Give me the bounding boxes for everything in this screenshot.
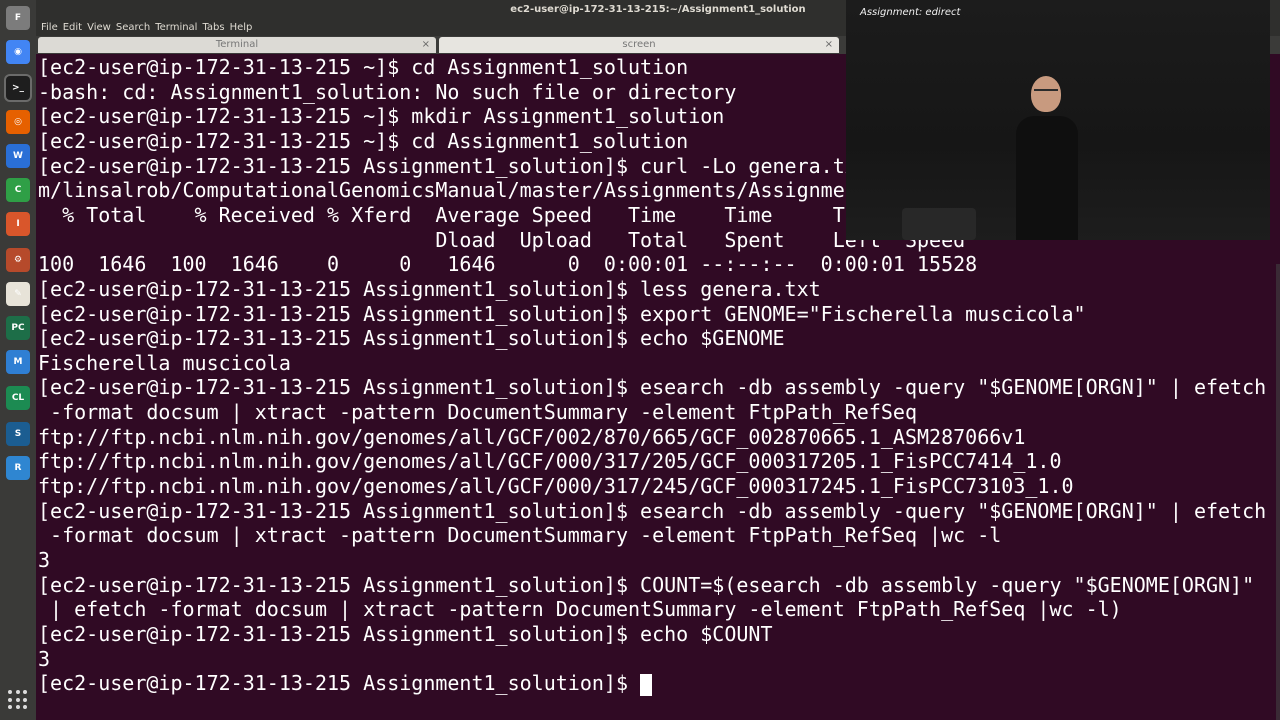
terminal-line: [ec2-user@ip-172-31-13-215 Assignment1_s…	[38, 154, 857, 178]
terminal-line: 3	[38, 647, 50, 671]
presenter-body	[1016, 116, 1078, 240]
files-icon[interactable]: F	[6, 6, 30, 30]
terminal-line: Dload Upload Total Spent Left Speed	[38, 228, 965, 252]
terminal-line-text: [ec2-user@ip-172-31-13-215 Assignment1_s…	[38, 301, 1086, 326]
tab-label: screen	[622, 39, 656, 50]
terminal-line-text: ftp://ftp.ncbi.nlm.nih.gov/genomes/all/G…	[38, 449, 1062, 474]
terminal-cursor	[640, 673, 653, 696]
terminal-line-text: 3	[38, 646, 51, 671]
terminal-icon[interactable]: >_	[6, 76, 30, 100]
presenter	[1006, 72, 1086, 240]
menu-item-file[interactable]: File	[41, 20, 58, 36]
terminal-line-text: [ec2-user@ip-172-31-13-215 Assignment1_s…	[38, 621, 773, 646]
terminal-line: [ec2-user@ip-172-31-13-215 Assignment1_s…	[38, 277, 821, 301]
calc-icon[interactable]: C	[6, 178, 30, 202]
terminal-line-text: [ec2-user@ip-172-31-13-215 Assignment1_s…	[38, 498, 1267, 523]
terminal-line: ftp://ftp.ncbi.nlm.nih.gov/genomes/all/G…	[38, 449, 1062, 473]
terminal-line: [ec2-user@ip-172-31-13-215 Assignment1_s…	[38, 375, 1266, 399]
terminal-line: [ec2-user@ip-172-31-13-215 Assignment1_s…	[38, 302, 1086, 326]
editor-icon[interactable]: ✎	[6, 282, 30, 306]
pycharm-icon[interactable]: PC	[6, 316, 30, 340]
terminal-line: [ec2-user@ip-172-31-13-215 Assignment1_s…	[38, 622, 773, 646]
rstudio-icon[interactable]: R	[6, 456, 30, 480]
terminal-line: Fischerella muscicola	[38, 351, 291, 375]
terminal-line-text: -bash: cd: Assignment1_solution: No such…	[38, 79, 737, 104]
terminal-line-text: [ec2-user@ip-172-31-13-215 Assignment1_s…	[38, 671, 641, 696]
menu-item-tabs[interactable]: Tabs	[202, 20, 224, 36]
terminal-line-text: [ec2-user@ip-172-31-13-215 Assignment1_s…	[38, 326, 785, 351]
menu-item-view[interactable]: View	[87, 20, 111, 36]
menu-item-terminal[interactable]: Terminal	[155, 20, 197, 36]
terminal-line: [ec2-user@ip-172-31-13-215 Assignment1_s…	[38, 499, 1266, 523]
menu-item-edit[interactable]: Edit	[63, 20, 82, 36]
impress-icon[interactable]: I	[6, 212, 30, 236]
whiteboard-text: Assignment: edirect	[860, 7, 961, 18]
terminal-line: -format docsum | xtract -pattern Documen…	[38, 523, 1001, 547]
ubuntu-launcher: F ◉ >_ ◎ W C I ⚙ ✎ PC M CL S R	[0, 0, 36, 720]
tab-screen[interactable]: screen ×	[439, 37, 839, 53]
terminal-line: -bash: cd: Assignment1_solution: No such…	[38, 80, 736, 104]
terminal-line-text: -format docsum | xtract -pattern Documen…	[38, 523, 1002, 548]
terminal-line: m/linsalrob/ComputationalGenomicsManual/…	[38, 178, 857, 202]
terminal-line-text: Dload Upload Total Spent Left Speed	[38, 227, 966, 252]
terminal-line-text: Fischerella muscicola	[38, 350, 291, 375]
terminal-line: 3	[38, 548, 50, 572]
terminal-line-text: [ec2-user@ip-172-31-13-215 ~]$ mkdir Ass…	[38, 104, 725, 129]
tab-terminal[interactable]: Terminal ×	[38, 37, 436, 53]
terminal-line: [ec2-user@ip-172-31-13-215 ~]$ cd Assign…	[38, 55, 688, 79]
terminal-line: ftp://ftp.ncbi.nlm.nih.gov/genomes/all/G…	[38, 474, 1074, 498]
terminal-line: 100 1646 100 1646 0 0 1646 0 0:00:01 --:…	[38, 252, 977, 276]
terminal-line: % Total % Received % Xferd Average Speed…	[38, 203, 845, 227]
terminal-line: | efetch -format docsum | xtract -patter…	[38, 597, 1122, 621]
terminal-line-text: -format docsum | xtract -pattern Documen…	[38, 400, 917, 425]
firefox-icon[interactable]: ◎	[6, 110, 30, 134]
sublime-icon[interactable]: S	[6, 422, 30, 446]
terminal-line-text: ftp://ftp.ncbi.nlm.nih.gov/genomes/all/G…	[38, 474, 1074, 499]
terminal-line-text: [ec2-user@ip-172-31-13-215 ~]$ cd Assign…	[38, 55, 689, 79]
show-apps-icon[interactable]	[8, 690, 28, 710]
terminal-line-text: ftp://ftp.ncbi.nlm.nih.gov/genomes/all/G…	[38, 424, 1026, 449]
terminal-line-text: 100 1646 100 1646 0 0 1646 0 0:00:01 --:…	[38, 252, 978, 277]
webcam-overlay: Assignment: edirect	[846, 0, 1270, 240]
terminal-line: [ec2-user@ip-172-31-13-215 ~]$ mkdir Ass…	[38, 104, 724, 128]
terminal-line: [ec2-user@ip-172-31-13-215 Assignment1_s…	[38, 573, 1254, 597]
terminal-line: [ec2-user@ip-172-31-13-215 ~]$ cd Assign…	[38, 129, 688, 153]
terminal-line: ftp://ftp.ncbi.nlm.nih.gov/genomes/all/G…	[38, 425, 1025, 449]
terminal-line: [ec2-user@ip-172-31-13-215 Assignment1_s…	[38, 671, 653, 696]
close-icon[interactable]: ×	[825, 37, 833, 53]
terminal-line-text: [ec2-user@ip-172-31-13-215 Assignment1_s…	[38, 276, 821, 301]
chart-icon[interactable]: M	[6, 350, 30, 374]
terminal-line-text: 3	[38, 548, 51, 572]
menu-item-help[interactable]: Help	[230, 20, 253, 36]
terminal-line-text: [ec2-user@ip-172-31-13-215 Assignment1_s…	[38, 153, 857, 178]
menu-item-search[interactable]: Search	[116, 20, 150, 36]
terminal-line: -format docsum | xtract -pattern Documen…	[38, 400, 917, 424]
settings-icon[interactable]: ⚙	[6, 248, 30, 272]
terminal-line-text: [ec2-user@ip-172-31-13-215 Assignment1_s…	[38, 572, 1255, 597]
clion-icon[interactable]: CL	[6, 386, 30, 410]
close-icon[interactable]: ×	[422, 37, 430, 53]
writer-icon[interactable]: W	[6, 144, 30, 168]
terminal-line-text: | efetch -format docsum | xtract -patter…	[38, 597, 1122, 622]
terminal-line: [ec2-user@ip-172-31-13-215 Assignment1_s…	[38, 326, 785, 350]
glasses-icon	[1034, 89, 1058, 96]
tab-label: Terminal	[215, 39, 259, 50]
terminal-line-text: % Total % Received % Xferd Average Speed…	[38, 202, 845, 227]
terminal-line-text: [ec2-user@ip-172-31-13-215 Assignment1_s…	[38, 375, 1267, 400]
chrome-icon[interactable]: ◉	[6, 40, 30, 64]
terminal-scrollbar[interactable]	[1276, 264, 1280, 720]
terminal-line-text: m/linsalrob/ComputationalGenomicsManual/…	[38, 178, 857, 203]
terminal-line-text: [ec2-user@ip-172-31-13-215 ~]$ cd Assign…	[38, 128, 689, 153]
laptop	[902, 208, 976, 240]
